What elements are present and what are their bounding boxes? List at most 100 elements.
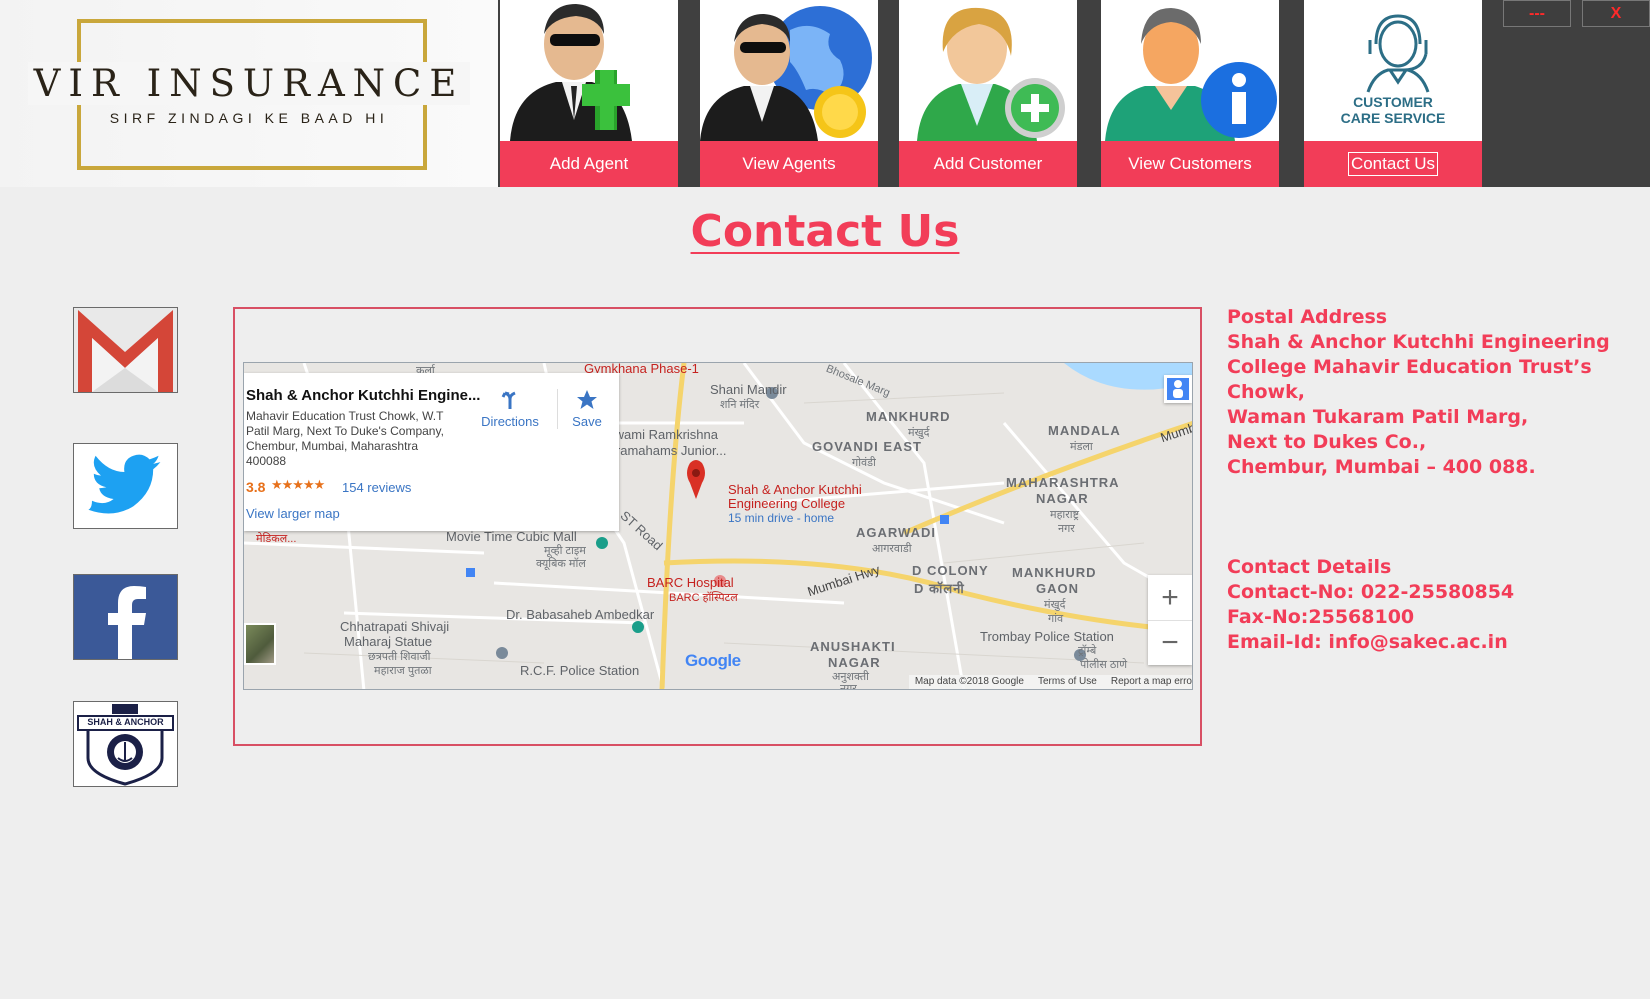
- map-label-shani-dev: शनि मंदिर: [720, 399, 760, 411]
- directions-icon: [501, 391, 516, 409]
- card-divider: [557, 389, 558, 429]
- map-label-mankhurd-gaon-dev-2: गांव: [1048, 613, 1064, 625]
- minimize-button[interactable]: ---: [1503, 0, 1571, 27]
- logo-subtitle: SIRF ZINDAGI KE BAAD HI: [109, 110, 389, 126]
- map-label-mandala: MANDALA: [1048, 423, 1121, 438]
- nav-tile-add-agent[interactable]: Add Agent: [500, 0, 678, 187]
- map-label-chhatrapati-1: Chhatrapati Shivaji: [340, 619, 450, 634]
- view-agents-icon: [700, 0, 878, 141]
- map-footer: Map data ©2018 Google Terms of Use Repor…: [908, 675, 1192, 689]
- postal-line: Chembur, Mumbai – 400 088.: [1227, 456, 1536, 478]
- map-label-anushakti-1: ANUSHAKTI: [810, 639, 896, 654]
- postal-line: Shah & Anchor Kutchhi Engineering: [1227, 331, 1610, 353]
- nav-tile-add-customer[interactable]: Add Customer: [899, 0, 1077, 187]
- marker-drive-label: 15 min drive - home: [728, 511, 835, 525]
- view-larger-map-link[interactable]: View larger map: [246, 506, 340, 521]
- add-agent-button[interactable]: Add Agent: [500, 141, 678, 187]
- map-label-mankhurd-gaon-dev-1: मंखुर्द: [1044, 599, 1066, 611]
- map-marker-icon[interactable]: [684, 477, 710, 517]
- contact-number: Contact-No: 022-25580854: [1227, 581, 1515, 603]
- twitter-icon[interactable]: [73, 443, 178, 529]
- care-text-line-1: CUSTOMER: [1353, 94, 1433, 110]
- postal-line: Chowk,: [1227, 381, 1305, 403]
- logo-caption: SHAH & ANCHOR: [87, 717, 164, 727]
- postal-line: Waman Tukaram Patil Marg,: [1227, 406, 1529, 428]
- place-title: Shah & Anchor Kutchhi Engine...: [246, 387, 481, 404]
- report-map-error-link[interactable]: Report a map erro: [1111, 676, 1192, 689]
- add-customer-icon: [899, 0, 1077, 141]
- gmail-icon[interactable]: [73, 307, 178, 393]
- map-label-mankhurd-gaon-2: GAON: [1036, 581, 1079, 596]
- map-label-govandi: GOVANDI EAST: [812, 439, 922, 454]
- map-label-maharashtra-dev-2: नगर: [1058, 523, 1075, 535]
- map-label-anushakti-dev-2: नगर: [840, 683, 857, 690]
- place-rating: 3.8: [246, 479, 266, 495]
- map-label-agarwadi: AGARWADI: [856, 525, 936, 540]
- map-label-chhatrapati-dev-2: महाराज पुतळा: [374, 665, 432, 677]
- postal-heading: Postal Address: [1227, 306, 1388, 328]
- view-customers-icon: [1101, 0, 1279, 141]
- map-label-movie-dev-2: क्यूबिक मॉल: [536, 558, 586, 570]
- map-label-agarwadi-dev: आगरवाडी: [872, 543, 912, 555]
- shah-anchor-logo[interactable]: SHAH & ANCHOR: [73, 701, 178, 787]
- postal-address-block: Postal Address Shah & Anchor Kutchhi Eng…: [1227, 305, 1610, 480]
- contact-details-heading: Contact Details: [1227, 556, 1392, 578]
- map-label-ambedkar: Dr. Babasaheb Ambedkar: [506, 607, 655, 622]
- marker-label: Shah & Anchor Kutchhi Engineering Colleg…: [728, 482, 862, 511]
- street-view-pegman-icon[interactable]: [1164, 375, 1192, 403]
- google-logo: Google: [685, 651, 741, 670]
- contact-us-button[interactable]: Contact Us: [1304, 141, 1482, 187]
- close-button[interactable]: X: [1582, 0, 1650, 27]
- map-label-mankhurd-dev: मंखुर्द: [908, 427, 930, 439]
- nav-tile-view-customers[interactable]: View Customers: [1101, 0, 1279, 187]
- satellite-view-thumbnail[interactable]: [244, 623, 276, 665]
- email-address: Email-Id: info@sakec.ac.in: [1227, 631, 1508, 653]
- map-label-police-dev: पोलीस ठाणे: [1080, 659, 1128, 671]
- header-bar: VIR INSURANCE SIRF ZINDAGI KE BAAD HI Ad…: [0, 0, 1650, 187]
- map-label-medical: मेडिकल...: [256, 533, 297, 545]
- zoom-out-button[interactable]: −: [1148, 620, 1192, 665]
- contact-details-block: Contact Details Contact-No: 022-25580854…: [1227, 555, 1514, 655]
- add-agent-icon: [500, 0, 678, 141]
- logo-title: VIR INSURANCE: [27, 62, 471, 105]
- facebook-icon[interactable]: [73, 574, 178, 660]
- map-label-anushakti-2: NAGAR: [828, 655, 881, 670]
- view-agents-button[interactable]: View Agents: [700, 141, 878, 187]
- map-label-d-colony-dev: D कॉलनी: [914, 581, 965, 596]
- map-label-rcf: R.C.F. Police Station: [520, 663, 640, 678]
- terms-link[interactable]: Terms of Use: [1038, 676, 1097, 689]
- postal-line: College Mahavir Education Trust’s: [1227, 356, 1592, 378]
- care-text-line-2: CARE SERVICE: [1340, 110, 1446, 126]
- map-label-barc-dev: BARC हॉस्पिटल: [669, 592, 738, 604]
- map-label-mankhurd-gaon-1: MANKHURD: [1012, 565, 1097, 580]
- view-customers-button[interactable]: View Customers: [1101, 141, 1279, 187]
- map-label-chhatrapati-2: Maharaj Statue: [344, 634, 433, 649]
- map-label-swami: Swami Ramkrishna: [606, 427, 718, 442]
- google-map[interactable]: Gymkhana Phase-1 कुर्ला Shani Mandir शनि…: [243, 362, 1193, 690]
- map-label-shani: Shani Mandir: [710, 382, 787, 397]
- fax-number: Fax-No:25568100: [1227, 606, 1415, 628]
- zoom-in-button[interactable]: +: [1148, 575, 1192, 620]
- customer-care-icon: CUSTOMER CARE SERVICE: [1304, 0, 1482, 141]
- postal-line: Next to Dukes Co.,: [1227, 431, 1427, 453]
- rating-stars-icon: ★★★★★: [271, 478, 325, 493]
- map-label-movie-time: Movie Time Cubic Mall: [446, 529, 577, 544]
- reviews-link[interactable]: 154 reviews: [342, 480, 411, 495]
- add-customer-button[interactable]: Add Customer: [899, 141, 1077, 187]
- zoom-control: + −: [1148, 575, 1192, 665]
- save-place-button[interactable]: Save: [564, 389, 610, 429]
- map-data-credit: Map data ©2018 Google: [914, 676, 1024, 687]
- map-label-chhatrapati-dev-1: छत्रपती शिवाजी: [368, 651, 431, 663]
- map-label-barc: BARC Hospital: [647, 575, 734, 590]
- map-label-maharashtra-2: NAGAR: [1036, 491, 1089, 506]
- place-address: Mahavir Education Trust Chowk, W.T Patil…: [246, 409, 444, 468]
- map-label-maharashtra-1: MAHARASHTRA: [1006, 475, 1120, 490]
- nav-tile-view-agents[interactable]: View Agents: [700, 0, 878, 187]
- map-label-trombay-dev: ट्रॉम्बे: [1078, 645, 1097, 657]
- map-label-mandala-dev: मंडला: [1070, 441, 1093, 453]
- nav-tile-contact-us[interactable]: CUSTOMER CARE SERVICE Contact Us: [1304, 0, 1482, 187]
- map-label-maharashtra-dev-1: महाराष्ट्र: [1050, 509, 1080, 521]
- directions-button[interactable]: Directions: [480, 389, 540, 429]
- place-info-card: Shah & Anchor Kutchhi Engine... Mahavir …: [244, 373, 619, 531]
- map-label-govandi-dev: गोवंडी: [852, 457, 876, 469]
